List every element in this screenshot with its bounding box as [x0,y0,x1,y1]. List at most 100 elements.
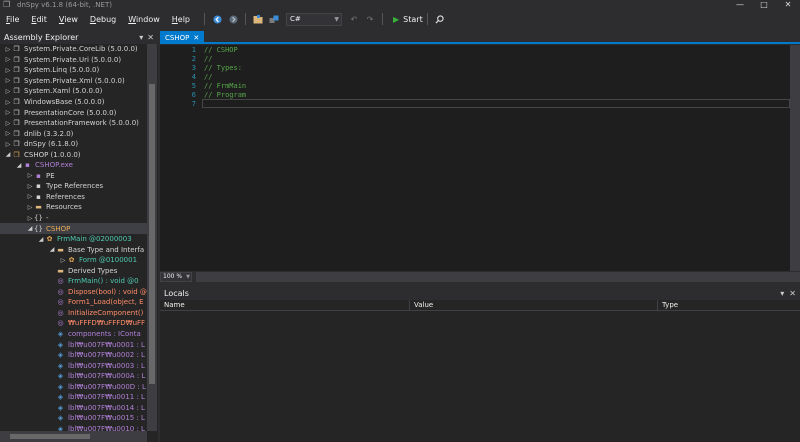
collapsed-arrow-icon[interactable]: ▷ [26,215,34,222]
tree-item[interactable]: ▷ ❐ PresentationCore (5.0.0.0) [0,107,147,118]
expanded-arrow-icon[interactable]: ◢ [26,225,34,232]
undo-icon[interactable]: ↶ [348,13,360,25]
collapsed-arrow-icon[interactable]: ▷ [4,67,12,74]
tree-item[interactable]: ▷{} - [0,213,147,224]
tree-item[interactable]: ◎ FrmMain() : void @0 [0,276,147,287]
panel-close-icon[interactable]: ✕ [789,289,796,298]
tree-item[interactable]: ▷ ❐ System.Private.Uri (5.0.0.0) [0,55,147,66]
collapsed-arrow-icon[interactable]: ▷ [26,204,34,211]
tree-item[interactable]: ◢ ▪ CSHOP.exe [0,160,147,171]
tree-item[interactable]: ▷ ▬ Resources [0,202,147,213]
collapsed-arrow-icon[interactable]: ▷ [26,193,34,200]
assembly-explorer-panel: Assembly Explorer ▾ ✕ ▷ ❐ System.Private.Co… [0,31,158,442]
scrollbar-thumb[interactable] [10,434,90,439]
menu-view[interactable]: View [53,15,84,24]
panel-close-icon[interactable]: ✕ [147,33,154,42]
expanded-arrow-icon[interactable]: ◢ [4,151,12,158]
tree-item[interactable]: ◈ components : IConta [0,329,147,340]
collapsed-arrow-icon[interactable]: ▷ [4,109,12,116]
tree-item-label: Derived Types [68,266,118,275]
tree-item[interactable]: ◢ ❐ CSHOP (1.0.0.0) [0,149,147,160]
collapsed-arrow-icon[interactable]: ▷ [59,257,67,264]
tree-item[interactable]: ◈ lbl₩u007F₩u000A : L [0,371,147,382]
tree-item[interactable]: ▷ ❐ System.Xaml (5.0.0.0) [0,86,147,97]
expanded-arrow-icon[interactable]: ◢ [37,236,45,243]
menu-window[interactable]: Window [122,15,166,24]
column-header-type[interactable]: Type [658,300,800,310]
tree-item[interactable]: ◈ lbl₩u007F₩u0003 : L [0,360,147,371]
tree-item[interactable]: ▬ Derived Types [0,265,147,276]
tree-item[interactable]: ◈ lbl₩u007F₩u0011 : L [0,392,147,403]
tree-horizontal-scrollbar[interactable] [0,431,147,442]
zoom-select[interactable]: 100 % ▼ [160,272,192,282]
tree-item[interactable]: ▷ ❐ System.Private.CoreLib (5.0.0.0) [0,44,147,55]
collapsed-arrow-icon[interactable]: ▷ [4,130,12,137]
tree-item[interactable]: ◈ lbl₩u007F₩u0015 : L [0,413,147,424]
tab-cshop[interactable]: CSHOP ✕ [160,31,205,44]
collapsed-arrow-icon[interactable]: ▷ [26,183,34,190]
tree-item[interactable]: ▷ ❐ WindowsBase (5.0.0.0) [0,97,147,108]
tree-node-icon: {} [34,224,43,233]
collapsed-arrow-icon[interactable]: ▷ [4,56,12,63]
tree-item[interactable]: ◈ lbl₩u007F₩u0002 : L [0,350,147,361]
redo-icon[interactable]: ↷ [364,13,376,25]
menu-help[interactable]: Help [166,15,196,24]
column-header-value[interactable]: Value [410,300,658,310]
tree-item[interactable]: ◈ lbl₩u007F₩u0001 : L [0,339,147,350]
collapsed-arrow-icon[interactable]: ▷ [26,172,34,179]
scrollbar-thumb[interactable] [149,84,155,384]
back-icon[interactable] [211,13,223,25]
expanded-arrow-icon[interactable]: ◢ [48,246,56,253]
collapsed-arrow-icon[interactable]: ▷ [4,99,12,106]
panel-dropdown-icon[interactable]: ▾ [139,33,143,42]
menu-file[interactable]: File [0,15,25,24]
expanded-arrow-icon[interactable]: ◢ [15,162,23,169]
tree-item[interactable]: ◎ InitializeComponent() [0,308,147,319]
collapsed-arrow-icon[interactable]: ▷ [4,77,12,84]
tree-item[interactable]: ◈ lbl₩u007F₩u0014 : L [0,403,147,414]
code-editor[interactable]: 1 // CSHOP 2 // 3 // Types: 4 // 5 // FrmMain 6 // … [160,45,790,271]
editor-vertical-scrollbar[interactable] [790,45,800,271]
collapsed-arrow-icon[interactable]: ▷ [4,88,12,95]
language-select[interactable]: C# ▼ [286,12,343,26]
tree-vertical-scrollbar[interactable] [147,44,157,431]
collapsed-arrow-icon[interactable]: ▷ [4,141,12,148]
tree-item[interactable]: ▷ ❐ System.Linq (5.0.0.0) [0,65,147,76]
collapsed-arrow-icon[interactable]: ▷ [4,46,12,53]
tree-item[interactable]: ▷ ▪ References [0,192,147,203]
maximize-button[interactable]: □ [752,0,776,10]
tree-item[interactable]: ▷ ❐ System.Private.Xml (5.0.0.0) [0,76,147,87]
line-number: 7 [191,100,196,108]
tree-item[interactable]: ◎ Dispose(bool) : void @ [0,287,147,298]
tree-item[interactable]: ▷ ❐ PresentationFramework (5.0.0.0) [0,118,147,129]
tree-item[interactable]: ◈ lbl₩u007F₩u0010 : L [0,424,147,431]
column-header-name[interactable]: Name [160,300,410,310]
forward-icon[interactable] [227,13,239,25]
collapsed-arrow-icon[interactable]: ▷ [4,120,12,127]
close-button[interactable]: ✕ [776,0,800,10]
minimize-button[interactable]: — [728,0,752,10]
menu-edit[interactable]: Edit [25,15,53,24]
tree-item[interactable]: ▷ ▪ PE [0,171,147,182]
tree-item[interactable]: ◢{} CSHOP [0,223,147,234]
tree-item[interactable]: ▷ ❐ dnSpy (6.1.8.0) [0,139,147,150]
tree-item[interactable]: ▷ ▪ Type References [0,181,147,192]
open-folder-icon[interactable] [252,13,264,25]
panel-dropdown-icon[interactable]: ▾ [780,289,784,298]
menu-debug[interactable]: Debug [84,15,122,24]
tree-item[interactable]: ◈ lbl₩u007F₩u000D : L [0,382,147,393]
tab-close-icon[interactable]: ✕ [193,34,199,42]
assembly-tree[interactable]: ▷ ❐ System.Private.CoreLib (5.0.0.0) ▷ ❐ Syst… [0,44,147,431]
open-list-icon[interactable] [268,13,280,25]
search-icon[interactable] [434,13,446,25]
tree-item[interactable]: ◢ ▬ Base Type and Interfa [0,244,147,255]
editor-horizontal-scrollbar[interactable] [196,272,800,282]
tree-item[interactable]: ◎ Form1_Load(object, E [0,297,147,308]
tree-item[interactable]: ▷ ❐ dnlib (3.3.2.0) [0,128,147,139]
editor-status-bar: 100 % ▼ [160,271,800,283]
tree-item[interactable]: ◢ ✿ FrmMain @02000003 [0,234,147,245]
start-button[interactable]: ▶ Start [393,15,423,24]
tree-item[interactable]: ▷ ✿ Form @0100001 [0,255,147,266]
tree-item[interactable]: ◎ ₩uFFFD₩uFFFD₩uFF [0,318,147,329]
tree-item-label: Type References [46,182,104,191]
